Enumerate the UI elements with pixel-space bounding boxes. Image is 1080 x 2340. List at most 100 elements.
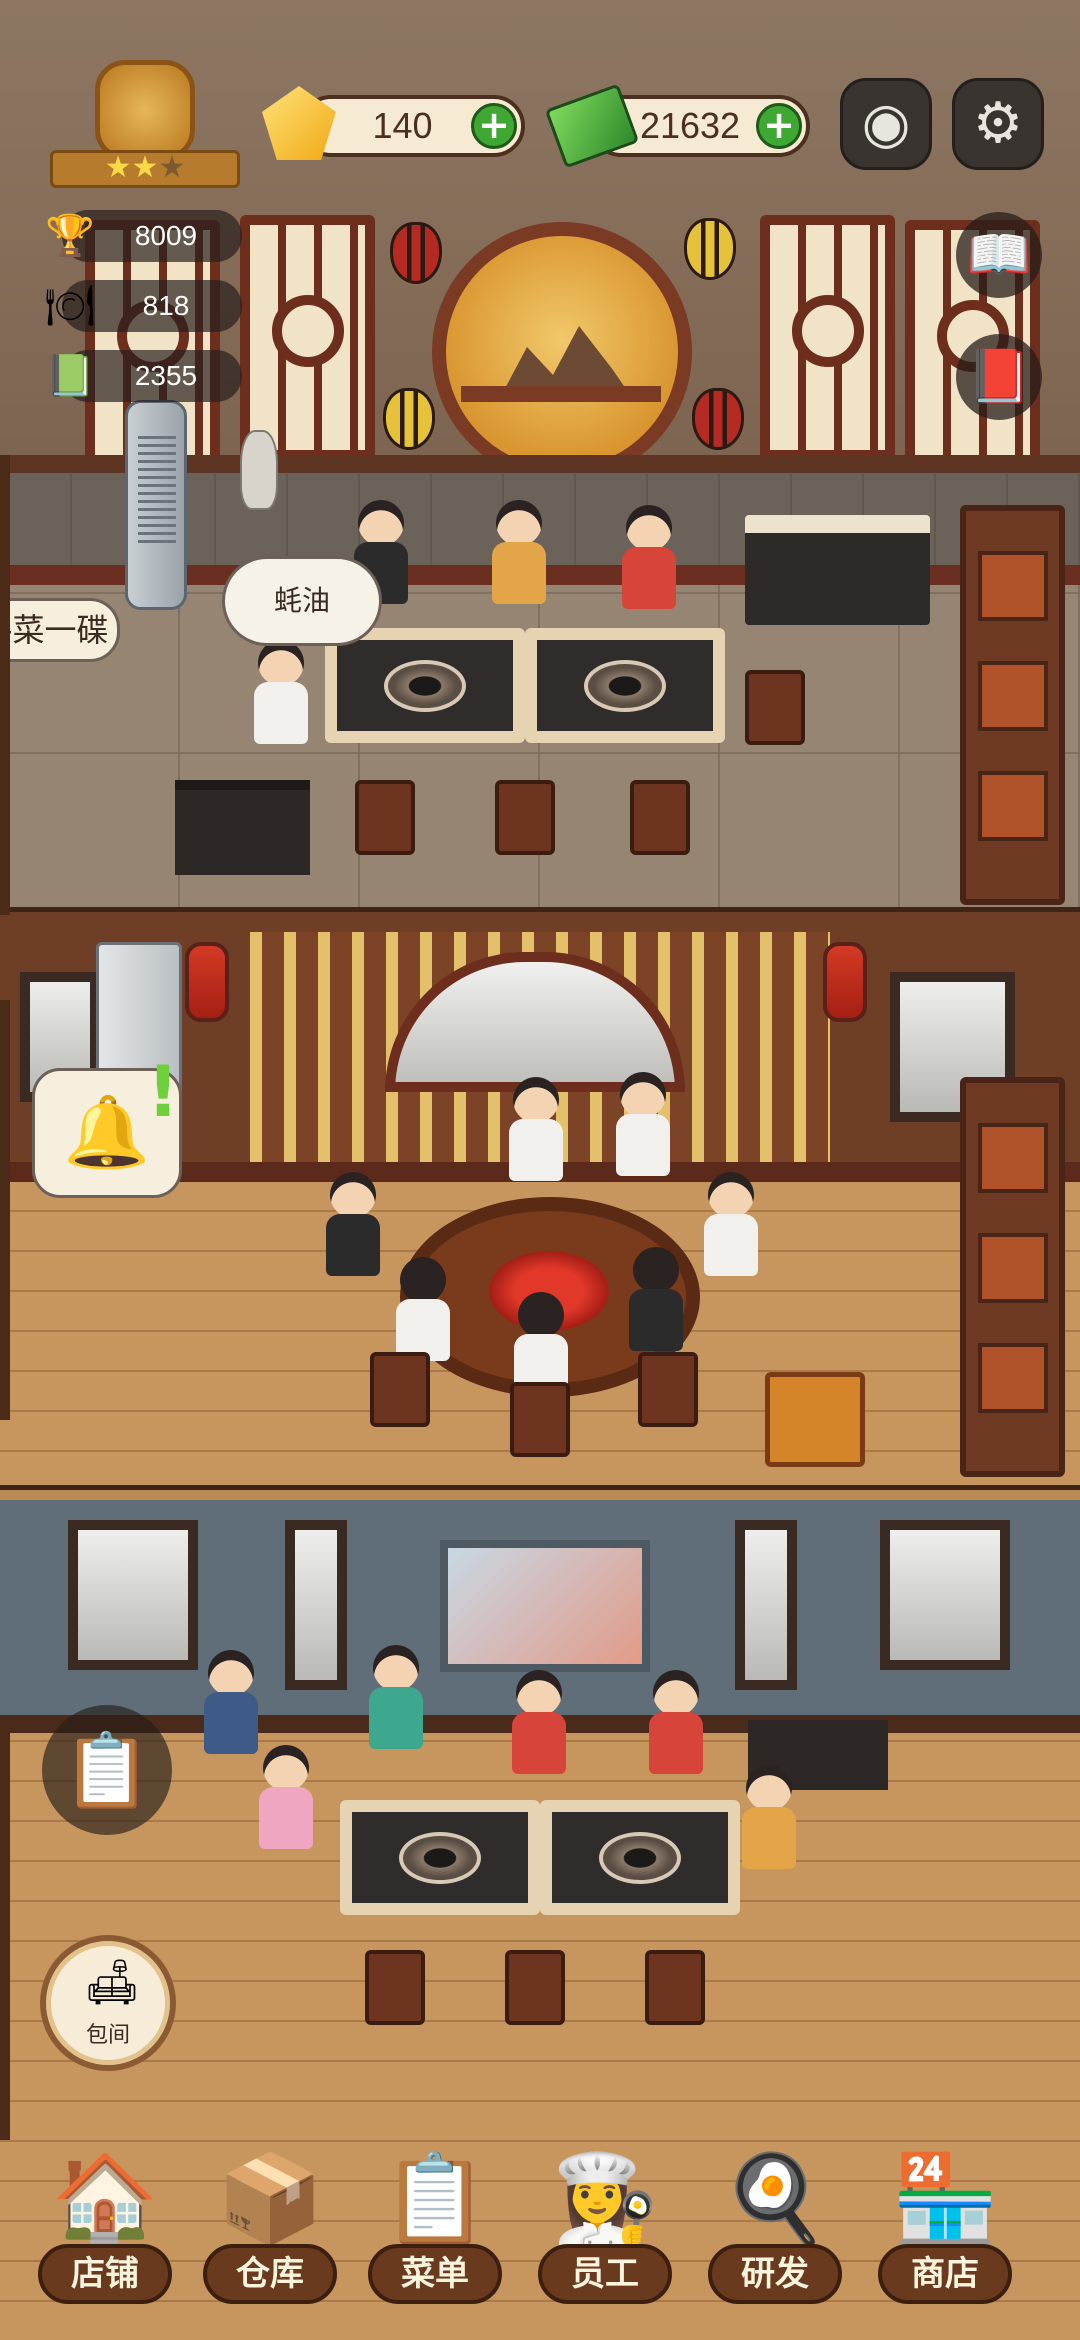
lattice-window <box>240 215 375 460</box>
dish-banner[interactable]: -菜一碟 <box>0 598 120 662</box>
nav-staff[interactable]: 👩‍🍳 员工 <box>530 2144 680 2324</box>
chair <box>370 1352 430 1427</box>
research-wok-icon: 🍳 <box>721 2149 829 2249</box>
nav-research[interactable]: 🍳 研发 <box>700 2144 850 2324</box>
trophy-icon: 🏆 <box>45 213 95 259</box>
waiter[interactable] <box>200 1650 262 1760</box>
customer[interactable] <box>625 1247 687 1357</box>
red-lantern <box>185 942 229 1022</box>
gem-count: 140 <box>372 105 433 146</box>
air-conditioner[interactable] <box>125 400 187 610</box>
nav-label: 研发 <box>708 2244 842 2304</box>
dining-room-2[interactable]: 🔔 ! <box>0 912 1080 1490</box>
chair <box>745 670 805 745</box>
staff-chef-icon: 👩‍🍳 <box>551 2149 659 2249</box>
camera-icon: ◉ <box>861 91 911 156</box>
wall-tv <box>440 1540 650 1672</box>
customer[interactable] <box>322 1172 384 1282</box>
customer[interactable] <box>645 1670 707 1780</box>
customer[interactable] <box>508 1670 570 1780</box>
tea-shelf <box>960 505 1065 905</box>
condiment-table <box>175 780 310 875</box>
gem-counter: 140 + <box>300 95 525 157</box>
recipe-book-button[interactable]: 📕 <box>956 334 1042 420</box>
customer[interactable] <box>700 1172 762 1282</box>
help-book-button[interactable]: 📖 <box>956 212 1042 298</box>
nav-store[interactable]: 🏪 商店 <box>870 2144 1020 2324</box>
customer[interactable] <box>505 1077 567 1187</box>
stat-value: 8009 <box>134 220 198 251</box>
customer[interactable] <box>392 1257 454 1367</box>
shop-house-icon: 🏠 <box>51 2149 159 2249</box>
clipboard-icon: 📋 <box>62 1728 152 1812</box>
bamboo-painting <box>880 1520 1010 1670</box>
bamboo-painting <box>735 1520 797 1690</box>
private-room-label: 包间 <box>85 2023 130 2048</box>
red-lantern <box>823 942 867 1022</box>
opera-mask-decoration <box>383 388 435 450</box>
star-icon: ★ <box>104 150 132 185</box>
chair <box>355 780 415 855</box>
call-bell-bubble[interactable]: 🔔 ! <box>32 1051 182 1198</box>
warehouse-boxes-icon: 📦 <box>216 2149 324 2249</box>
sideboard-cabinet <box>745 515 930 625</box>
private-room-button[interactable]: 🛋 包间 <box>40 1935 176 2071</box>
nav-menu[interactable]: 📋 菜单 <box>360 2144 510 2324</box>
storage-chest <box>765 1372 865 1467</box>
trophy-crest-icon <box>95 60 195 160</box>
hotpot-table[interactable] <box>325 628 525 743</box>
stat-served: 🍽 818 <box>45 280 242 332</box>
recipe-book-icon: 📕 <box>966 347 1032 407</box>
bell-icon: 🔔 <box>63 1091 151 1173</box>
nav-label: 商店 <box>878 2244 1012 2304</box>
settings-button[interactable]: ⚙ <box>952 78 1044 170</box>
vase-decoration <box>240 430 278 510</box>
opera-mask-decoration <box>390 222 442 284</box>
cash-count: 21632 <box>639 105 741 146</box>
order-speech-bubble: 蚝油 <box>222 556 382 646</box>
customer[interactable] <box>255 1745 317 1855</box>
customer[interactable] <box>618 505 680 615</box>
store-stall-icon: 🏪 <box>891 2149 999 2249</box>
help-book-icon: 📖 <box>966 225 1032 285</box>
hotpot-table[interactable] <box>525 628 725 743</box>
orders-clipboard-button[interactable]: 📋 <box>42 1705 172 1835</box>
nav-shop[interactable]: 🏠 店铺 <box>30 2144 180 2324</box>
moon-gate-window <box>432 222 692 482</box>
alert-exclamation-icon: ! <box>147 1051 179 1133</box>
chair <box>645 1950 705 2025</box>
menu-book-icon: 📗 <box>45 353 95 399</box>
hotpot-table[interactable] <box>340 1800 540 1915</box>
customer[interactable] <box>250 640 312 750</box>
opera-mask-decoration <box>692 388 744 450</box>
star-icon: ★ <box>131 150 159 185</box>
chair <box>505 1950 565 2025</box>
gear-icon: ⚙ <box>972 91 1024 156</box>
add-gems-button[interactable]: + <box>471 103 517 149</box>
chair <box>630 780 690 855</box>
nav-warehouse[interactable]: 📦 仓库 <box>195 2144 345 2324</box>
bamboo-painting <box>285 1520 347 1690</box>
chair <box>365 1950 425 2025</box>
rating-stars: ★★★ <box>50 150 240 188</box>
chair <box>510 1382 570 1457</box>
chair <box>495 780 555 855</box>
serving-tray-icon: 🍽 <box>44 283 96 329</box>
restaurant-rating-badge[interactable]: ★★★ <box>50 60 240 190</box>
camera-button[interactable]: ◉ <box>840 78 932 170</box>
lattice-window <box>760 215 895 460</box>
customer[interactable] <box>738 1765 800 1875</box>
opera-mask-decoration <box>684 218 736 280</box>
hotpot-table[interactable] <box>540 1800 740 1915</box>
nav-label: 菜单 <box>368 2244 502 2304</box>
nav-label: 员工 <box>538 2244 672 2304</box>
customer[interactable] <box>365 1645 427 1755</box>
customer[interactable] <box>612 1072 674 1182</box>
stat-menu: 📗 2355 <box>45 350 242 402</box>
star-empty-icon: ★ <box>158 150 186 185</box>
building-frame <box>0 455 10 915</box>
add-cash-button[interactable]: + <box>756 103 802 149</box>
stat-value: 818 <box>142 290 190 321</box>
stat-value: 2355 <box>134 360 198 391</box>
customer[interactable] <box>488 500 550 610</box>
